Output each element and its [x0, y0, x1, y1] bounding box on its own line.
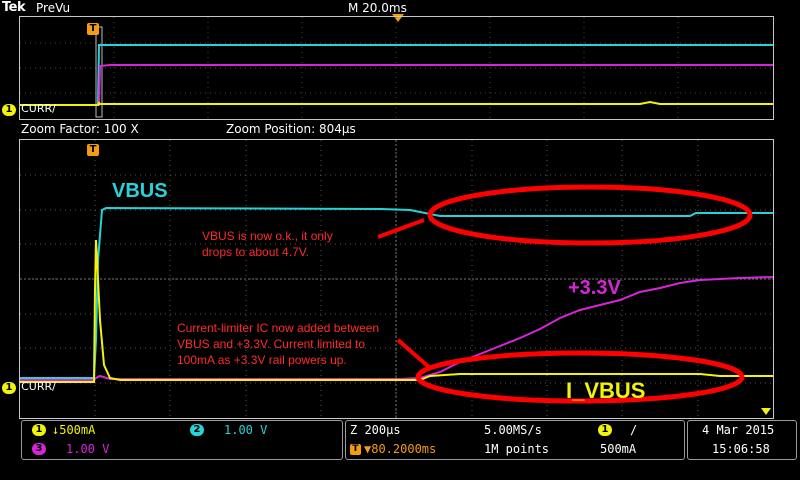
overview-ch1-marker[interactable]: 1 CURR/: [2, 97, 56, 116]
ch3-scale[interactable]: 1.00 V: [66, 442, 109, 456]
brand-logo: Tek: [2, 0, 26, 15]
limiter-note: Current-limiter IC now added between VBU…: [177, 320, 379, 368]
bottom-status-bar: 1 ↓500mA 2 1.00 V 3 1.00 V Z 200µs 5.00M…: [0, 419, 800, 480]
vbus-label: VBUS: [112, 180, 168, 202]
vbus-note: VBUS is now o.k., it only drops to about…: [202, 228, 333, 260]
overview-trigger-marker[interactable]: T: [87, 23, 99, 35]
ch2-scale-badge: 2: [190, 424, 204, 436]
trigger-source-badge: 1: [598, 424, 612, 436]
ch1-scale[interactable]: ↓500mA: [52, 423, 95, 437]
main-ch1-label: CURR/: [21, 380, 56, 393]
overview-ch1-label: CURR/: [21, 102, 56, 115]
rail-label: +3.3V: [568, 277, 621, 299]
trigger-position[interactable]: ▼80.2000ms: [364, 442, 436, 456]
zoom-time-scale[interactable]: Z 200µs: [350, 423, 401, 437]
trigger-slope[interactable]: /: [630, 423, 637, 437]
sample-rate: 5.00MS/s: [484, 423, 542, 437]
timebase-readout[interactable]: M 20.0ms: [348, 1, 407, 15]
overview-waveform-window[interactable]: T: [19, 16, 774, 120]
limiter-note-line2: VBUS and +3.3V. Current limited to: [177, 337, 365, 351]
acquisition-mode: PreVu: [36, 1, 71, 15]
ch1-badge-main: 1: [2, 382, 16, 394]
ch3-scale-badge: 3: [32, 443, 46, 455]
trigger-level[interactable]: 500mA: [600, 442, 636, 456]
limiter-note-arrow: [396, 338, 432, 370]
vbus-note-arrow: [377, 218, 425, 239]
zoom-factor-readout: Zoom Factor: 100 X: [21, 122, 139, 136]
vbus-note-line2: drops to about 4.7V.: [202, 245, 309, 259]
limiter-note-line3: 100mA as +3.3V rail powers up.: [177, 353, 347, 367]
ch1-scale-badge: 1: [32, 424, 46, 436]
main-trigger-marker[interactable]: T: [87, 144, 99, 156]
trigger-level-arrow-icon[interactable]: [761, 408, 771, 415]
ch1-badge: 1: [2, 104, 16, 116]
ch2-scale[interactable]: 1.00 V: [224, 423, 267, 437]
overview-plot: [20, 17, 773, 119]
overview-ch3-trace: [20, 64, 773, 106]
overview-ch2-trace: [20, 44, 773, 106]
ivbus-label: I_VBUS: [566, 378, 646, 403]
acquisition-panel[interactable]: Z 200µs 5.00MS/s T ▼80.2000ms 1M points …: [345, 420, 685, 460]
channel-scale-panel[interactable]: 1 ↓500mA 2 1.00 V 3 1.00 V: [21, 420, 343, 460]
record-length: 1M points: [484, 442, 550, 456]
limiter-note-line1: Current-limiter IC now added between: [177, 321, 380, 335]
zoom-position-readout: Zoom Position: 804µs: [226, 122, 356, 136]
datetime-panel: 4 Mar 2015 15:06:58: [687, 420, 797, 460]
zoomed-waveform-window[interactable]: T VBUS VBUS is now o.k., it only drops t…: [19, 139, 774, 419]
trigger-icon: T: [350, 444, 361, 455]
vbus-note-line1: VBUS is now o.k., it only: [202, 229, 333, 243]
main-ch1-marker[interactable]: 1 CURR/: [2, 375, 56, 394]
date-readout: 4 Mar 2015: [702, 423, 775, 437]
time-readout: 15:06:58: [712, 442, 770, 456]
